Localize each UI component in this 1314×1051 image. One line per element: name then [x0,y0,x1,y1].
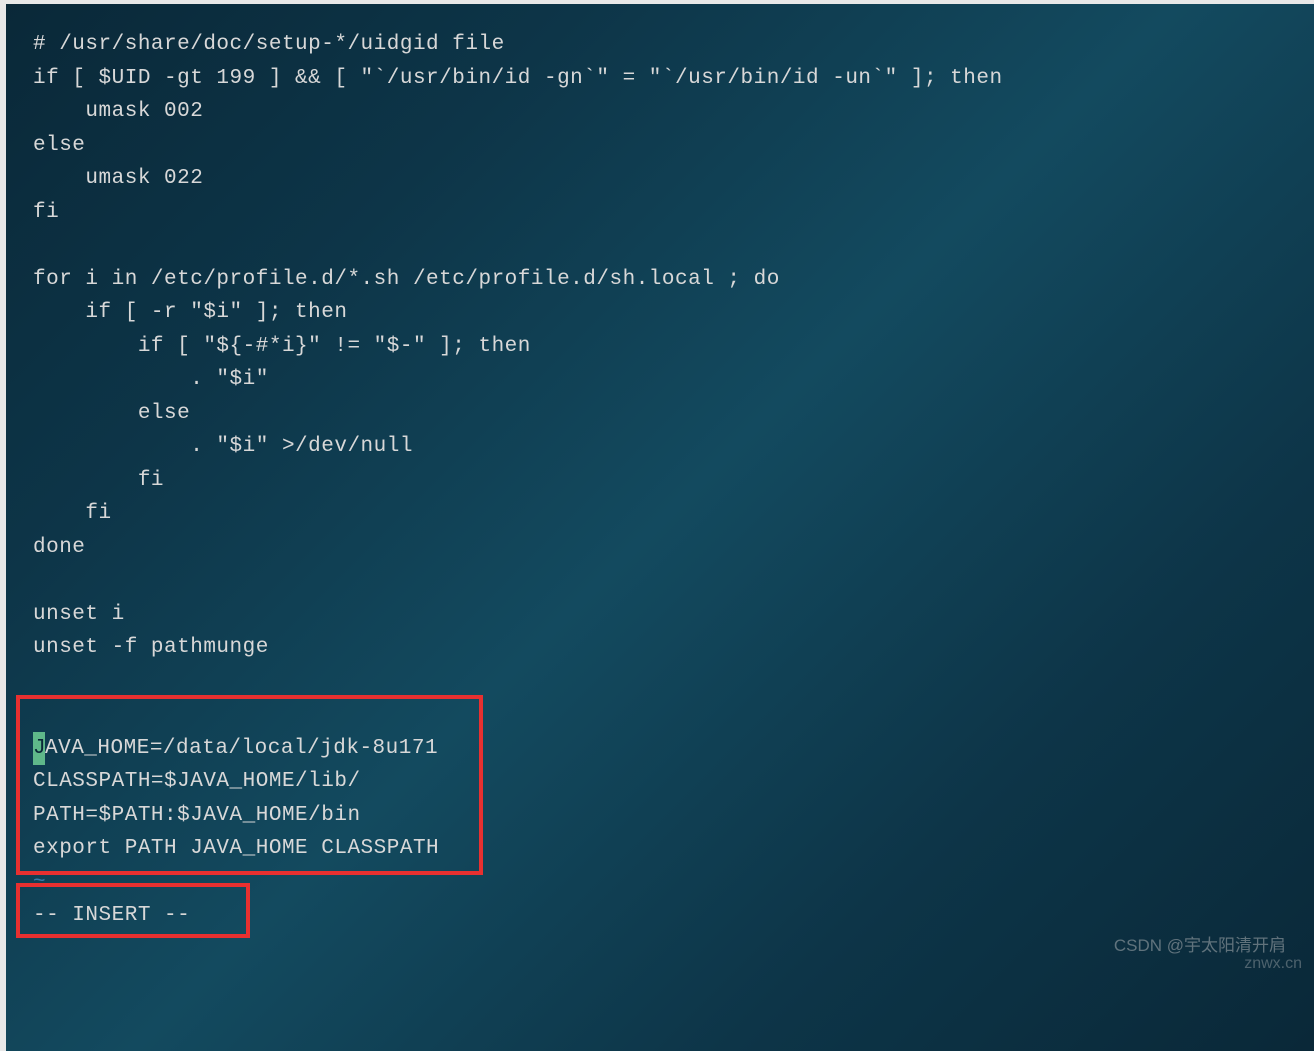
code-line: export PATH JAVA_HOME CLASSPATH [33,837,439,860]
code-text: AVA_HOME=/data/local/jdk-8u171 [45,737,438,760]
code-line: else [33,134,85,157]
terminal-editor-content[interactable]: # /usr/share/doc/setup-*/uidgid file if … [33,28,1314,933]
code-line: . "$i" >/dev/null [33,435,413,458]
watermark-text: CSDN @宇太阳清开肩 [1114,931,1286,956]
cursor: J [33,732,45,766]
code-line: for i in /etc/profile.d/*.sh /etc/profil… [33,268,780,291]
code-line: fi [33,469,164,492]
code-line: if [ -r "$i" ]; then [33,301,347,324]
code-line: else [33,402,190,425]
code-line: # /usr/share/doc/setup-*/uidgid file [33,33,505,56]
vim-tilde-line: ~ [33,871,46,894]
code-line: PATH=$PATH:$JAVA_HOME/bin [33,804,361,827]
code-line: . "$i" [33,368,269,391]
code-line: CLASSPATH=$JAVA_HOME/lib/ [33,770,361,793]
code-line: umask 022 [33,167,203,190]
code-line: fi [33,201,59,224]
code-line: unset i [33,603,125,626]
code-line: unset -f pathmunge [33,636,269,659]
code-line: if [ $UID -gt 199 ] && [ "`/usr/bin/id -… [33,67,1003,90]
watermark-url: znwx.cn [1244,955,1302,973]
vim-mode-indicator: -- INSERT -- [33,904,190,927]
window-top-edge [0,0,1314,4]
code-line: if [ "${-#*i}" != "$-" ]; then [33,335,531,358]
code-line: umask 002 [33,100,203,123]
code-line: done [33,536,85,559]
window-left-edge [0,0,6,1051]
code-line: fi [33,502,112,525]
code-line-with-cursor: JAVA_HOME=/data/local/jdk-8u171 [33,737,438,760]
